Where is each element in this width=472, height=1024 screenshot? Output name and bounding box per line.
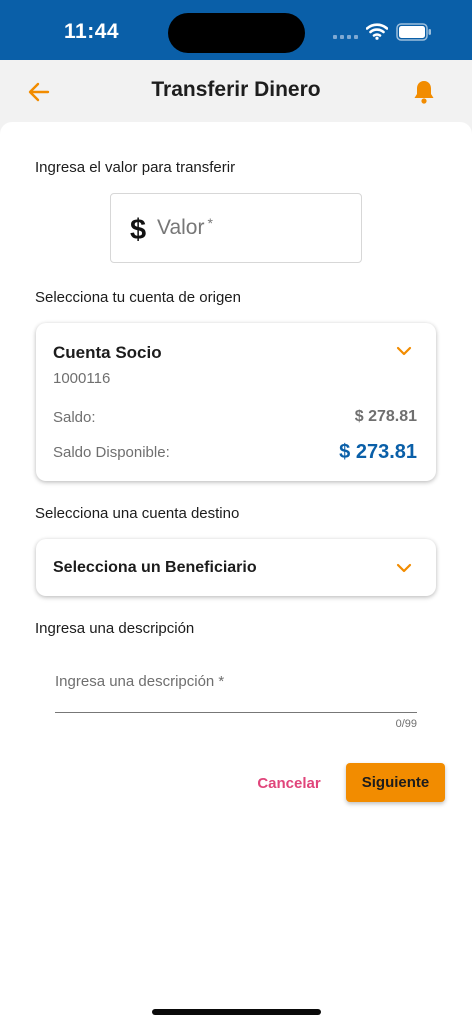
description-label: Ingresa una descripción — [35, 620, 195, 637]
amount-label: Ingresa el valor para transferir — [35, 159, 236, 176]
nav-bar: Transferir Dinero — [0, 60, 472, 122]
beneficiary-select-text: Selecciona un Beneficiario — [53, 559, 257, 576]
chevron-down-icon[interactable] — [396, 346, 412, 356]
description-placeholder: Ingresa una descripción * — [55, 673, 225, 690]
battery-icon — [396, 23, 431, 41]
dynamic-island — [168, 13, 305, 53]
available-balance-label: Saldo Disponible: — [53, 444, 170, 461]
account-name: Cuenta Socio — [53, 343, 162, 362]
account-number: 1000116 — [53, 370, 111, 387]
balance-label: Saldo: — [53, 409, 96, 426]
origin-label: Selecciona tu cuenta de origen — [35, 289, 241, 306]
signal-icon — [333, 35, 358, 39]
status-time: 11:44 — [64, 20, 120, 43]
char-counter: 0/99 — [395, 718, 417, 730]
chevron-down-icon — [396, 563, 412, 573]
notifications-button[interactable] — [411, 78, 437, 106]
origin-account-card[interactable]: Cuenta Socio 1000116 Saldo: $ 278.81 Sal… — [36, 323, 436, 481]
status-bar: 11:44 — [0, 0, 472, 60]
beneficiary-select[interactable]: Selecciona un Beneficiario — [36, 539, 436, 596]
next-button[interactable]: Siguiente — [346, 763, 445, 802]
bell-icon — [414, 81, 434, 104]
amount-placeholder: Valor * — [157, 215, 213, 239]
amount-input[interactable]: $ Valor * — [110, 193, 362, 263]
transfer-form: Ingresa el valor para transferir $ Valor… — [0, 122, 472, 1024]
currency-symbol: $ — [130, 214, 147, 246]
description-underline — [55, 712, 417, 713]
page-title: Transferir Dinero — [151, 78, 321, 101]
home-indicator[interactable] — [152, 1009, 321, 1015]
balance-value: $ 278.81 — [354, 408, 417, 425]
description-input[interactable]: Ingresa una descripción * — [55, 667, 417, 713]
cancel-button[interactable]: Cancelar — [250, 765, 328, 801]
required-mark: * — [207, 215, 213, 231]
wifi-icon — [366, 23, 388, 40]
available-balance-value: $ 273.81 — [339, 441, 417, 463]
destination-label: Selecciona una cuenta destino — [35, 505, 240, 522]
